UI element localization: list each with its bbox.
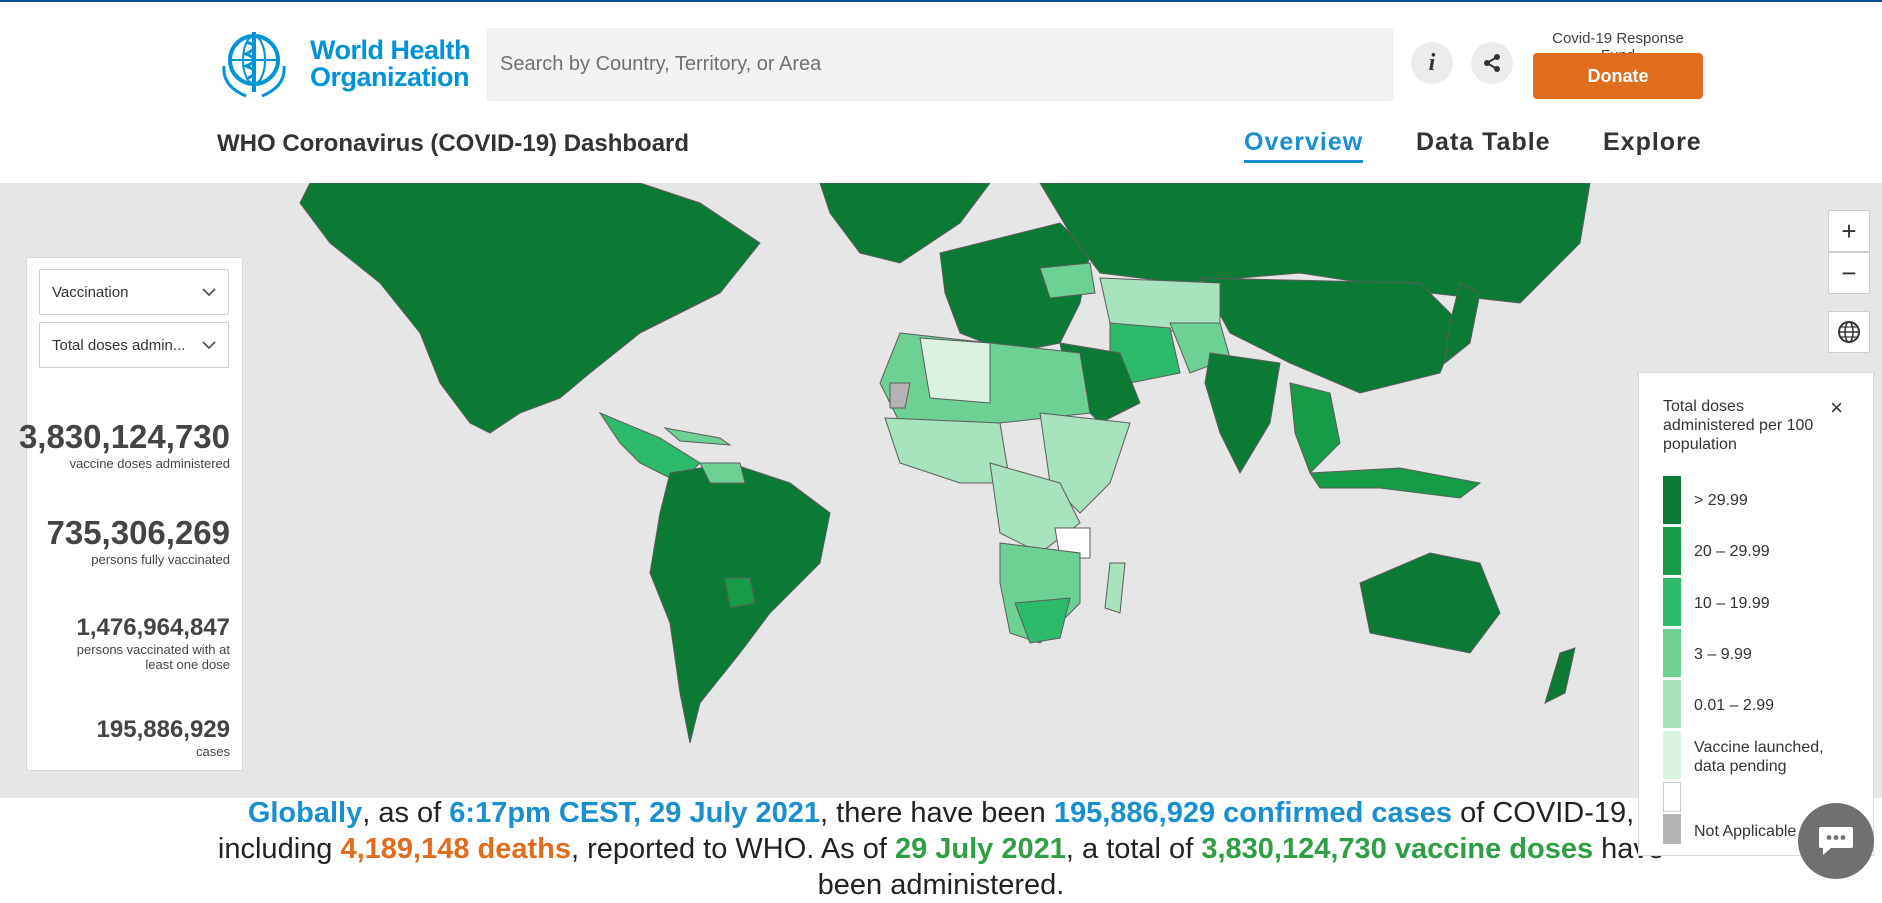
- summary-vax-date: 29 July 2021: [894, 833, 1066, 865]
- region-india: [1204, 352, 1281, 475]
- region-caribbean: [663, 427, 732, 446]
- search-input[interactable]: [488, 29, 1392, 100]
- metric-dropdown[interactable]: Vaccination: [39, 269, 229, 315]
- global-summary: Globally, as of 6:17pm CEST, 29 July 202…: [217, 797, 1665, 901]
- who-logo[interactable]: World Health Organization: [216, 26, 472, 102]
- stat-one-dose-value: 1,476,964,847: [76, 614, 230, 641]
- summary-datetime: 6:17pm CEST, 29 July 2021: [449, 797, 821, 829]
- summary-deaths: 4,189,148 deaths: [340, 833, 571, 865]
- legend-label-4: 3 – 9.99: [1694, 646, 1752, 663]
- region-algeria: [919, 337, 991, 404]
- stat-fully-label: persons fully vaccinated: [91, 552, 230, 567]
- stat-cases: 195,886,929 cases: [97, 716, 230, 759]
- region-ukraine: [1039, 262, 1096, 299]
- legend-swatch-6: [1663, 731, 1681, 779]
- stat-fully-value: 735,306,269: [46, 514, 230, 551]
- stat-cases-label: cases: [196, 744, 230, 759]
- legend-swatch-4: [1663, 629, 1681, 677]
- zoom-out-button[interactable]: −: [1828, 252, 1870, 294]
- summary-globally: Globally: [247, 797, 363, 829]
- legend-swatch-2: [1663, 527, 1681, 575]
- stat-doses-value: 3,830,124,730: [18, 418, 230, 455]
- tab-explore[interactable]: Explore: [1603, 128, 1702, 157]
- region-new-zealand: [1544, 647, 1576, 704]
- submetric-dropdown[interactable]: Total doses admin...: [39, 322, 229, 368]
- info-icon: i: [1428, 49, 1436, 76]
- donate-button[interactable]: Donate: [1533, 53, 1703, 99]
- header: World Health Organization i Covid-19 Res…: [0, 2, 1882, 182]
- stat-doses-label: vaccine doses administered: [69, 456, 230, 471]
- world-map[interactable]: + −: [0, 183, 1882, 798]
- summary-cases: 195,886,929 confirmed cases: [1053, 797, 1453, 829]
- search-box[interactable]: [487, 28, 1393, 101]
- stat-one-dose-label-2: least one dose: [145, 657, 230, 672]
- region-paraguay: [724, 577, 756, 609]
- map-legend: Total doses administered per 100 populat…: [1638, 372, 1874, 856]
- region-australia: [1359, 552, 1501, 654]
- summary-doses: 3,830,124,730 vaccine doses: [1201, 833, 1594, 865]
- who-wordmark: World Health Organization: [310, 35, 471, 92]
- region-southeast-asia: [1289, 382, 1341, 474]
- chat-bubble-icon: [1819, 827, 1853, 855]
- legend-swatch-8: [1663, 814, 1681, 844]
- legend-swatch-5: [1663, 680, 1681, 728]
- tab-data-table[interactable]: Data Table: [1416, 128, 1551, 157]
- legend-close-icon[interactable]: ×: [1830, 395, 1843, 421]
- stat-cases-value: 195,886,929: [96, 716, 230, 743]
- chevron-down-icon: [202, 337, 216, 354]
- stat-doses: 3,830,124,730 vaccine doses administered: [19, 418, 230, 471]
- legend-swatch-1: [1663, 476, 1681, 524]
- legend-label-5: 0.01 – 2.99: [1694, 697, 1775, 714]
- share-icon: [1484, 54, 1500, 72]
- who-emblem-icon: [222, 32, 286, 98]
- legend-label-2: 20 – 29.99: [1694, 543, 1770, 560]
- globe-icon: [1838, 321, 1860, 343]
- tab-overview[interactable]: Overview: [1244, 128, 1364, 163]
- info-button[interactable]: i: [1411, 42, 1453, 84]
- legend-label-1: > 29.99: [1694, 492, 1748, 509]
- region-north-america: [299, 183, 761, 434]
- legend-swatch-7: [1663, 782, 1681, 812]
- zoom-in-button[interactable]: +: [1828, 210, 1870, 252]
- choropleth-map[interactable]: [0, 183, 1882, 798]
- share-button[interactable]: [1471, 42, 1513, 84]
- stat-one-dose-label-1: persons vaccinated with at: [76, 642, 230, 657]
- page-title: WHO Coronavirus (COVID-19) Dashboard: [217, 130, 690, 157]
- chevron-down-icon: [202, 284, 216, 301]
- region-madagascar: [1104, 562, 1126, 614]
- legend-label-3: 10 – 19.99: [1694, 595, 1770, 612]
- region-indonesia: [1309, 467, 1482, 499]
- chat-button[interactable]: [1798, 803, 1874, 879]
- legend-swatch-3: [1663, 578, 1681, 626]
- globe-button[interactable]: [1828, 311, 1870, 353]
- stats-panel: Vaccination Total doses admin... 3,830,1…: [19, 257, 243, 771]
- legend-label-6: Vaccine launched, data pending: [1694, 739, 1824, 775]
- stat-fully-vaccinated: 735,306,269 persons fully vaccinated: [46, 514, 230, 567]
- stat-one-dose: 1,476,964,847 persons vaccinated with at…: [77, 614, 230, 672]
- legend-label-8: Not Applicable: [1694, 823, 1797, 840]
- legend-title: Total doses administered per 100 populat…: [1663, 398, 1814, 453]
